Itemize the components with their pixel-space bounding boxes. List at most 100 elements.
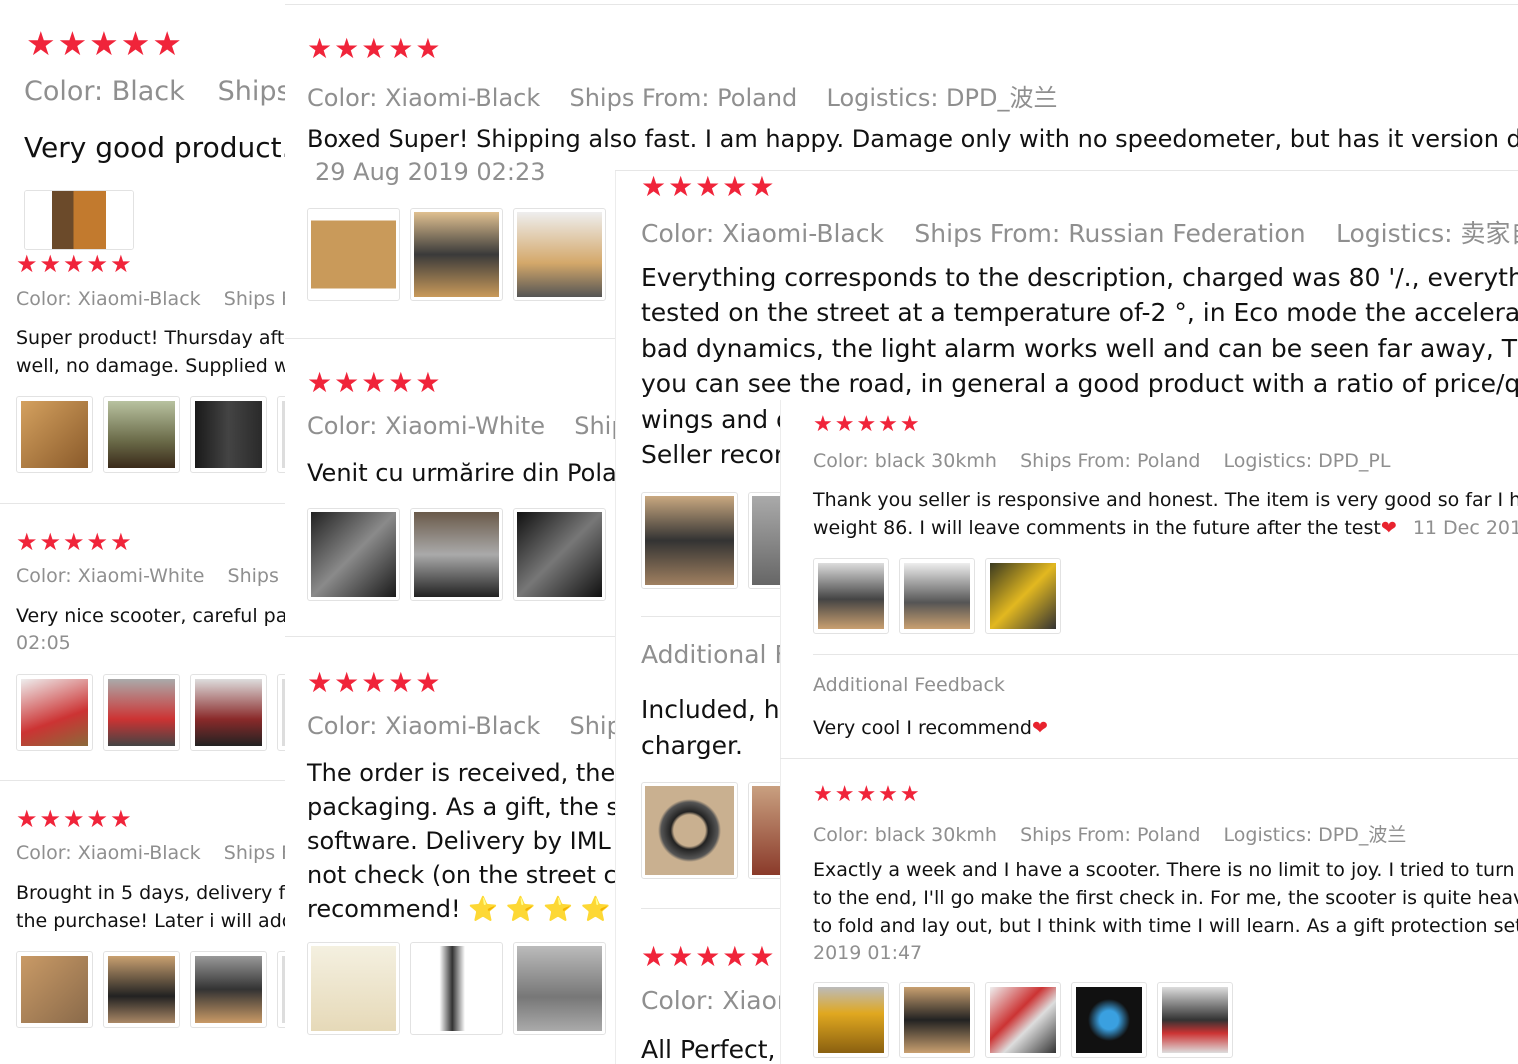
ships-from: Ships From: Russian Federation [914,219,1306,248]
review-photo[interactable] [190,674,267,751]
review-card: ★★★★★ Color: Xiaomi-Black Ships The orde… [285,640,648,1064]
review-text: Boxed Super! Shipping also fast. I am ha… [307,125,1518,153]
review-photos [16,951,285,1028]
additional-feedback-text: charger. [641,731,743,760]
ships-from: Ships From: Poland [569,84,798,112]
color-label: Color: Xiaomi-Black [16,842,201,864]
color-label: Color: black 30kmh [813,824,997,846]
review-photo[interactable] [16,396,93,473]
review-text-line: packaging. As a gift, the sell [307,793,648,821]
review-photos [813,558,1061,634]
review-card: ★★★★★ Color: Xiaomi-Black Ships F Super … [0,240,285,502]
star-rating: ★★★★★ [307,366,443,399]
heart-icon: ❤ [1031,717,1048,739]
review-text-line: not check (on the street coo [307,861,647,889]
star-rating: ★★★★★ [813,782,922,807]
review-photo[interactable] [410,942,503,1035]
color-label: Color: Xiaomi-Black [307,712,541,740]
review-photo[interactable] [103,674,180,751]
review-meta: Color: Xiaomi-Black Ships From: Russian … [641,214,1518,250]
review-text-line: to fold and lay out, but I think with ti… [813,915,1518,937]
review-meta: Color: black 30kmh Ships From: Poland Lo… [813,820,1423,847]
review-card: ★★★★★ Color: Black Ships Very good produ… [0,0,285,250]
review-photo[interactable] [985,558,1061,634]
review-text-line: The order is received, there [307,759,640,787]
star-rating: ★★★★★ [26,24,184,63]
review-meta: Color: Xiaomi-Black Ships [307,712,656,740]
review-photo[interactable] [641,782,738,879]
review-photo[interactable] [277,396,285,473]
additional-feedback-text: Included, ho [641,695,795,724]
star-rating: ★★★★★ [307,666,443,699]
review-photo[interactable] [307,942,400,1035]
heart-icon: ❤ [1380,517,1397,539]
review-photo[interactable] [307,508,400,601]
review-photo[interactable] [307,208,400,301]
star-rating: ★★★★★ [16,805,134,833]
review-photos [307,208,606,301]
review-text-line: tested on the street at a temperature of… [641,298,1518,327]
review-text-line: wings and o [641,405,792,434]
review-meta: Color: Xiaomi-Black Ships From: Poland L… [307,78,1079,113]
review-photo[interactable] [277,674,285,751]
divider [0,503,285,504]
review-photo[interactable] [103,396,180,473]
review-date: 02:05 [16,632,71,654]
logistics: Logistics: DPD_PL [1223,450,1391,472]
review-photo[interactable] [410,208,503,301]
review-photo[interactable] [1071,982,1147,1058]
review-photo[interactable] [813,982,889,1058]
additional-feedback-label: Additional F [641,640,789,669]
review-photos [16,674,285,751]
review-photos [813,982,1233,1058]
review-photo[interactable] [513,208,606,301]
review-photo[interactable] [190,951,267,1028]
review-photo[interactable] [985,982,1061,1058]
star-rating: ★★★★★ [16,250,134,278]
ships-label: Ships [217,76,285,107]
review-photo[interactable] [16,951,93,1028]
review-photo[interactable] [410,508,503,601]
review-panel-front: ★★★★★ Color: black 30kmh Ships From: Pol… [780,400,1518,1064]
review-text-line: well, no damage. Supplied w [16,355,285,377]
review-photos [307,508,606,601]
review-photo[interactable] [277,951,285,1028]
review-photo[interactable] [513,508,606,601]
review-text-line: recommend! ⭐ ⭐ ⭐ ⭐ ⭐ [307,894,648,925]
review-text-line: software. Delivery by IML to [307,827,643,855]
review-card: ★★★★★ Color: Xiaomi-White Ships Venit cu… [285,340,639,630]
divider [780,758,1518,759]
review-photo[interactable] [16,674,93,751]
logistics: Logistics: 卖家自定义 [1336,219,1518,248]
review-photo[interactable] [813,558,889,634]
review-text-line: Exactly a week and I have a scooter. The… [813,859,1518,881]
review-date: 29 Aug 2019 02:23 [315,158,546,186]
review-text-line: to the end, I'll go make the first check… [813,887,1518,909]
review-meta: Color: Black Ships [24,76,285,107]
review-meta: Color: Xiaomi-White Ships I [16,565,285,587]
star-rating: ★★★★★ [16,528,134,556]
color-label: Color: black 30kmh [813,450,997,472]
review-photo[interactable] [641,492,738,589]
review-text-line: Everything corresponds to the descriptio… [641,263,1518,292]
color-label: Color: Xiaon [641,986,793,1015]
review-photo[interactable] [899,982,975,1058]
review-meta: Color: Xiaomi-White Ships [307,412,661,440]
review-photos [16,396,285,473]
logistics: Logistics: DPD_波兰 [1223,824,1407,846]
review-photo[interactable] [103,951,180,1028]
star-rating: ★★★★★ [813,412,922,437]
review-panel-left: ★★★★★ Color: Black Ships Very good produ… [0,0,285,1064]
divider [813,654,1518,655]
review-photo[interactable] [899,558,975,634]
review-card: ★★★★★ Color: Xiaomi-Black Ships F Brough… [0,795,285,1057]
ships-label: Ships I [227,565,285,587]
star-rating: ★★★★★ [307,32,443,65]
review-photo[interactable] [190,396,267,473]
divider [641,616,791,617]
review-card: ★★★★★ Color: black 30kmh Ships From: Pol… [780,770,1518,1064]
review-photo[interactable] [513,942,606,1035]
review-photo[interactable] [1157,982,1233,1058]
review-text-end: recommend! [307,895,461,923]
star-rating: ★★★★★ [641,940,777,973]
